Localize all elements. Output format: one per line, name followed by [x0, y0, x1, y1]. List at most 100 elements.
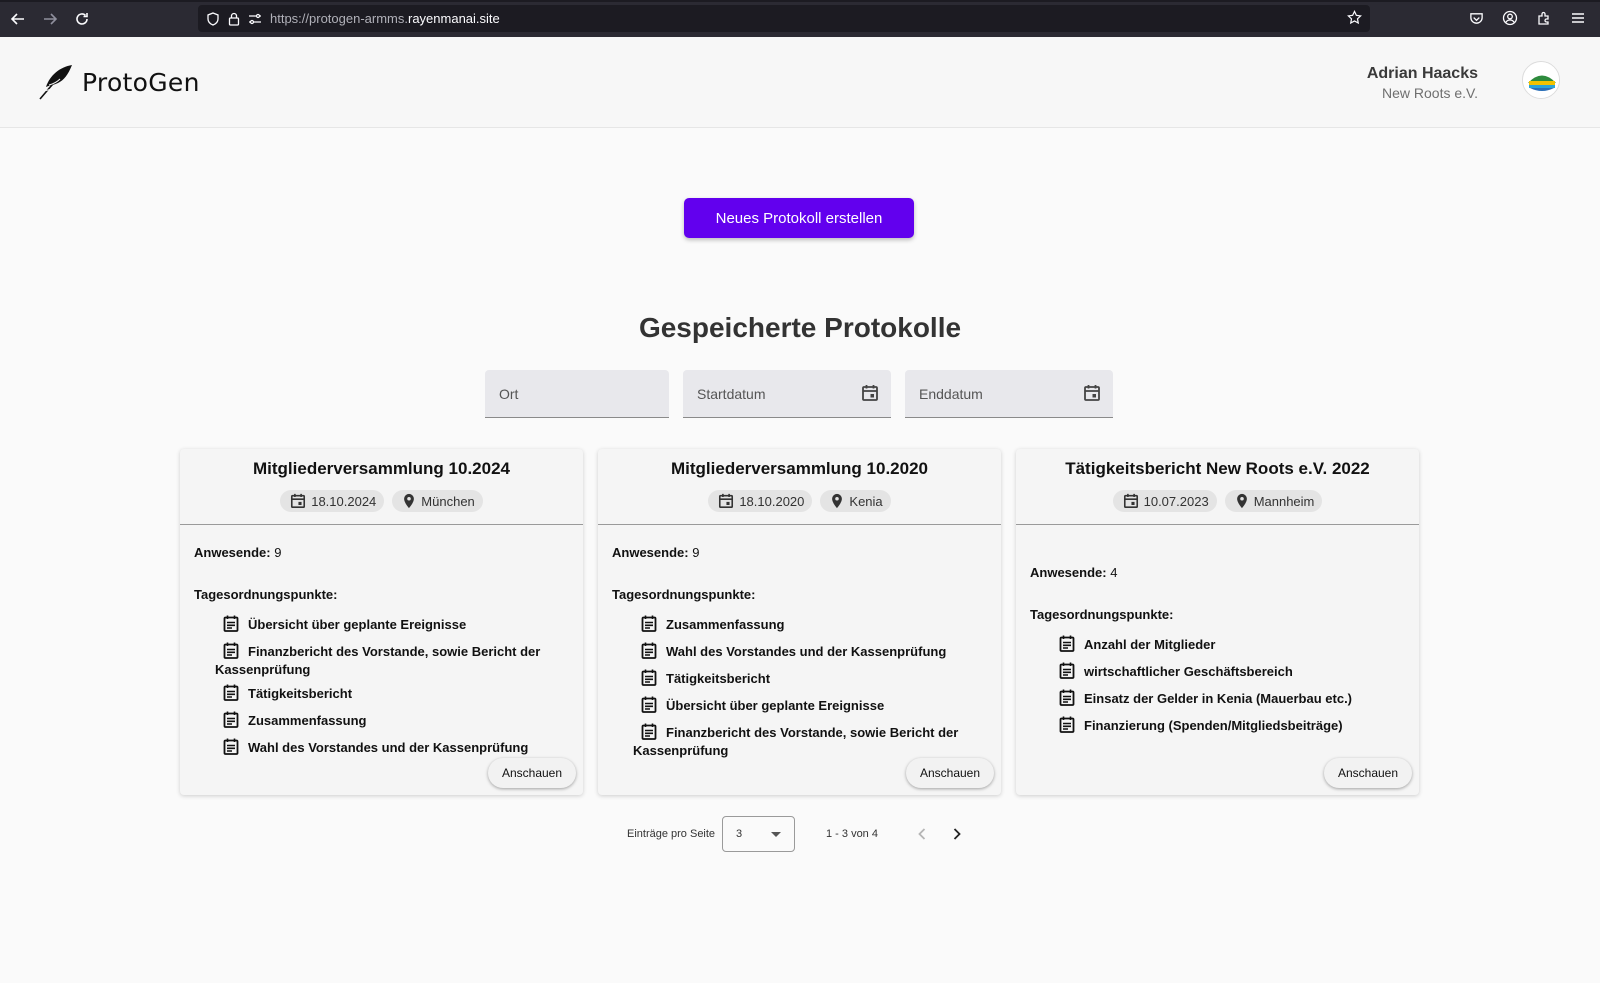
location-pin-icon: [404, 493, 415, 509]
agenda-item: Zusammenfassung: [633, 615, 987, 635]
paginator: Einträge pro Seite 3 1 - 3 von 4: [0, 816, 1600, 852]
agenda-item: wirtschaftlicher Geschäftsbereich: [1051, 662, 1405, 682]
attendees: Anwesende: 4: [1030, 565, 1118, 580]
calendar-icon: [291, 493, 306, 509]
document-icon: [641, 615, 657, 635]
divider: [180, 524, 583, 525]
card-date: 18.10.2020: [739, 493, 805, 509]
location-pin-icon: [832, 493, 843, 509]
view-button[interactable]: Anschauen: [906, 758, 994, 788]
previous-page-icon[interactable]: [912, 824, 932, 847]
url-text: https://protogen-armms.rayenmanai.site: [270, 11, 500, 26]
location-chip: Mannheim: [1224, 490, 1323, 512]
document-icon: [223, 642, 239, 662]
start-date-label: Startdatum: [697, 385, 766, 402]
location-chip: München: [392, 490, 483, 512]
agenda-item: Finanzbericht des Vorstande, sowie Beric…: [215, 642, 541, 677]
app-header: ProtoGen Adrian Haacks New Roots e.V.: [0, 37, 1600, 128]
next-page-icon[interactable]: [947, 824, 967, 847]
document-icon: [223, 711, 239, 731]
calendar-icon[interactable]: [1083, 384, 1101, 405]
bookmark-star-icon[interactable]: [1347, 9, 1362, 30]
view-button[interactable]: Anschauen: [1324, 758, 1412, 788]
back-icon[interactable]: [3, 4, 33, 34]
pocket-icon[interactable]: [1462, 4, 1490, 32]
document-icon: [641, 669, 657, 689]
attendees: Anwesende: 9: [194, 545, 282, 560]
app-logo[interactable]: ProtoGen: [38, 63, 200, 101]
document-icon: [641, 696, 657, 716]
per-page-value: 3: [736, 828, 743, 840]
page-title: Gespeicherte Protokolle: [638, 312, 962, 343]
document-icon: [223, 738, 239, 758]
card-title: Tätigkeitsbericht New Roots e.V. 2022: [1065, 459, 1370, 478]
view-button[interactable]: Anschauen: [488, 758, 576, 788]
calendar-icon[interactable]: [861, 384, 879, 405]
attendees: Anwesende: 9: [612, 545, 700, 560]
agenda-item: Tätigkeitsbericht: [215, 684, 569, 704]
end-date-label: Enddatum: [919, 385, 983, 402]
agenda-item: Übersicht über geplante Ereignisse: [215, 615, 569, 635]
chevron-down-icon: [771, 832, 781, 837]
document-icon: [641, 642, 657, 662]
url-bar[interactable]: https://protogen-armms.rayenmanai.site: [198, 5, 1370, 32]
location-filter-label: Ort: [499, 385, 519, 402]
start-date-input[interactable]: Startdatum: [683, 370, 891, 418]
agenda-item: Übersicht über geplante Ereignisse: [633, 696, 987, 716]
forward-icon[interactable]: [35, 4, 65, 34]
document-icon: [641, 723, 657, 743]
card-location: Kenia: [849, 493, 883, 509]
card-date: 10.07.2023: [1143, 493, 1209, 509]
account-icon[interactable]: [1496, 4, 1524, 32]
divider: [598, 524, 1001, 525]
agenda-item: Finanzbericht des Vorstande, sowie Beric…: [633, 723, 959, 758]
agenda-item: Wahl des Vorstandes und der Kassenprüfun…: [215, 738, 569, 758]
user-name: Adrian Haacks: [1366, 65, 1478, 82]
per-page-select[interactable]: 3: [722, 816, 795, 852]
app-name: ProtoGen: [82, 67, 200, 97]
agenda-item: Einsatz der Gelder in Kenia (Mauerbau et…: [1051, 689, 1405, 709]
card-title: Mitgliederversammlung 10.2020: [670, 459, 928, 478]
card-date: 18.10.2024: [311, 493, 377, 509]
location-chip: Kenia: [820, 490, 891, 512]
agenda-item: Anzahl der Mitglieder: [1051, 635, 1405, 655]
feather-icon: [39, 65, 72, 100]
user-info[interactable]: Adrian Haacks New Roots e.V.: [1367, 65, 1478, 101]
browser-toolbar: https://protogen-armms.rayenmanai.site: [0, 0, 1600, 37]
agenda-item: Tätigkeitsbericht: [633, 669, 987, 689]
per-page-label: Einträge pro Seite: [627, 828, 716, 840]
agenda-label: Tagesordnungspunkte:: [612, 587, 756, 602]
card-location: Mannheim: [1253, 493, 1315, 509]
divider: [1016, 524, 1419, 525]
protocol-card: Tätigkeitsbericht New Roots e.V. 2022 10…: [1016, 449, 1419, 795]
agenda-list: Zusammenfassung Wahl des Vorstandes und …: [612, 615, 987, 758]
protocol-card: Mitgliederversammlung 10.2024 18.10.2024…: [180, 449, 583, 795]
protocol-card: Mitgliederversammlung 10.2020 18.10.2020…: [598, 449, 1001, 795]
agenda-item: Finanzierung (Spenden/Mitgliedsbeiträge): [1051, 716, 1405, 736]
lock-icon: [228, 12, 240, 26]
date-chip: 18.10.2020: [708, 490, 813, 512]
org-logo-icon: [1523, 62, 1559, 98]
new-protocol-button[interactable]: Neues Protokoll erstellen: [684, 198, 914, 238]
reload-icon[interactable]: [67, 4, 97, 34]
end-date-input[interactable]: Enddatum: [905, 370, 1113, 418]
document-icon: [223, 615, 239, 635]
card-location: München: [421, 493, 475, 509]
menu-icon[interactable]: [1564, 4, 1592, 32]
agenda-label: Tagesordnungspunkte:: [1030, 607, 1174, 622]
date-chip: 10.07.2023: [1112, 490, 1217, 512]
card-title: Mitgliederversammlung 10.2024: [252, 459, 510, 478]
avatar[interactable]: [1522, 61, 1560, 99]
calendar-icon: [719, 493, 734, 509]
page-range: 1 - 3 von 4: [826, 828, 878, 840]
agenda-list: Übersicht über geplante Ereignisse Finan…: [194, 615, 569, 758]
document-icon: [1059, 662, 1075, 682]
agenda-label: Tagesordnungspunkte:: [194, 587, 338, 602]
agenda-list: Anzahl der Mitglieder wirtschaftlicher G…: [1030, 635, 1405, 736]
location-filter-input[interactable]: Ort: [485, 370, 669, 418]
document-icon: [1059, 635, 1075, 655]
date-chip: 18.10.2024: [280, 490, 385, 512]
extensions-icon[interactable]: [1530, 4, 1558, 32]
document-icon: [223, 684, 239, 704]
agenda-item: Wahl des Vorstandes und der Kassenprüfun…: [633, 642, 987, 662]
